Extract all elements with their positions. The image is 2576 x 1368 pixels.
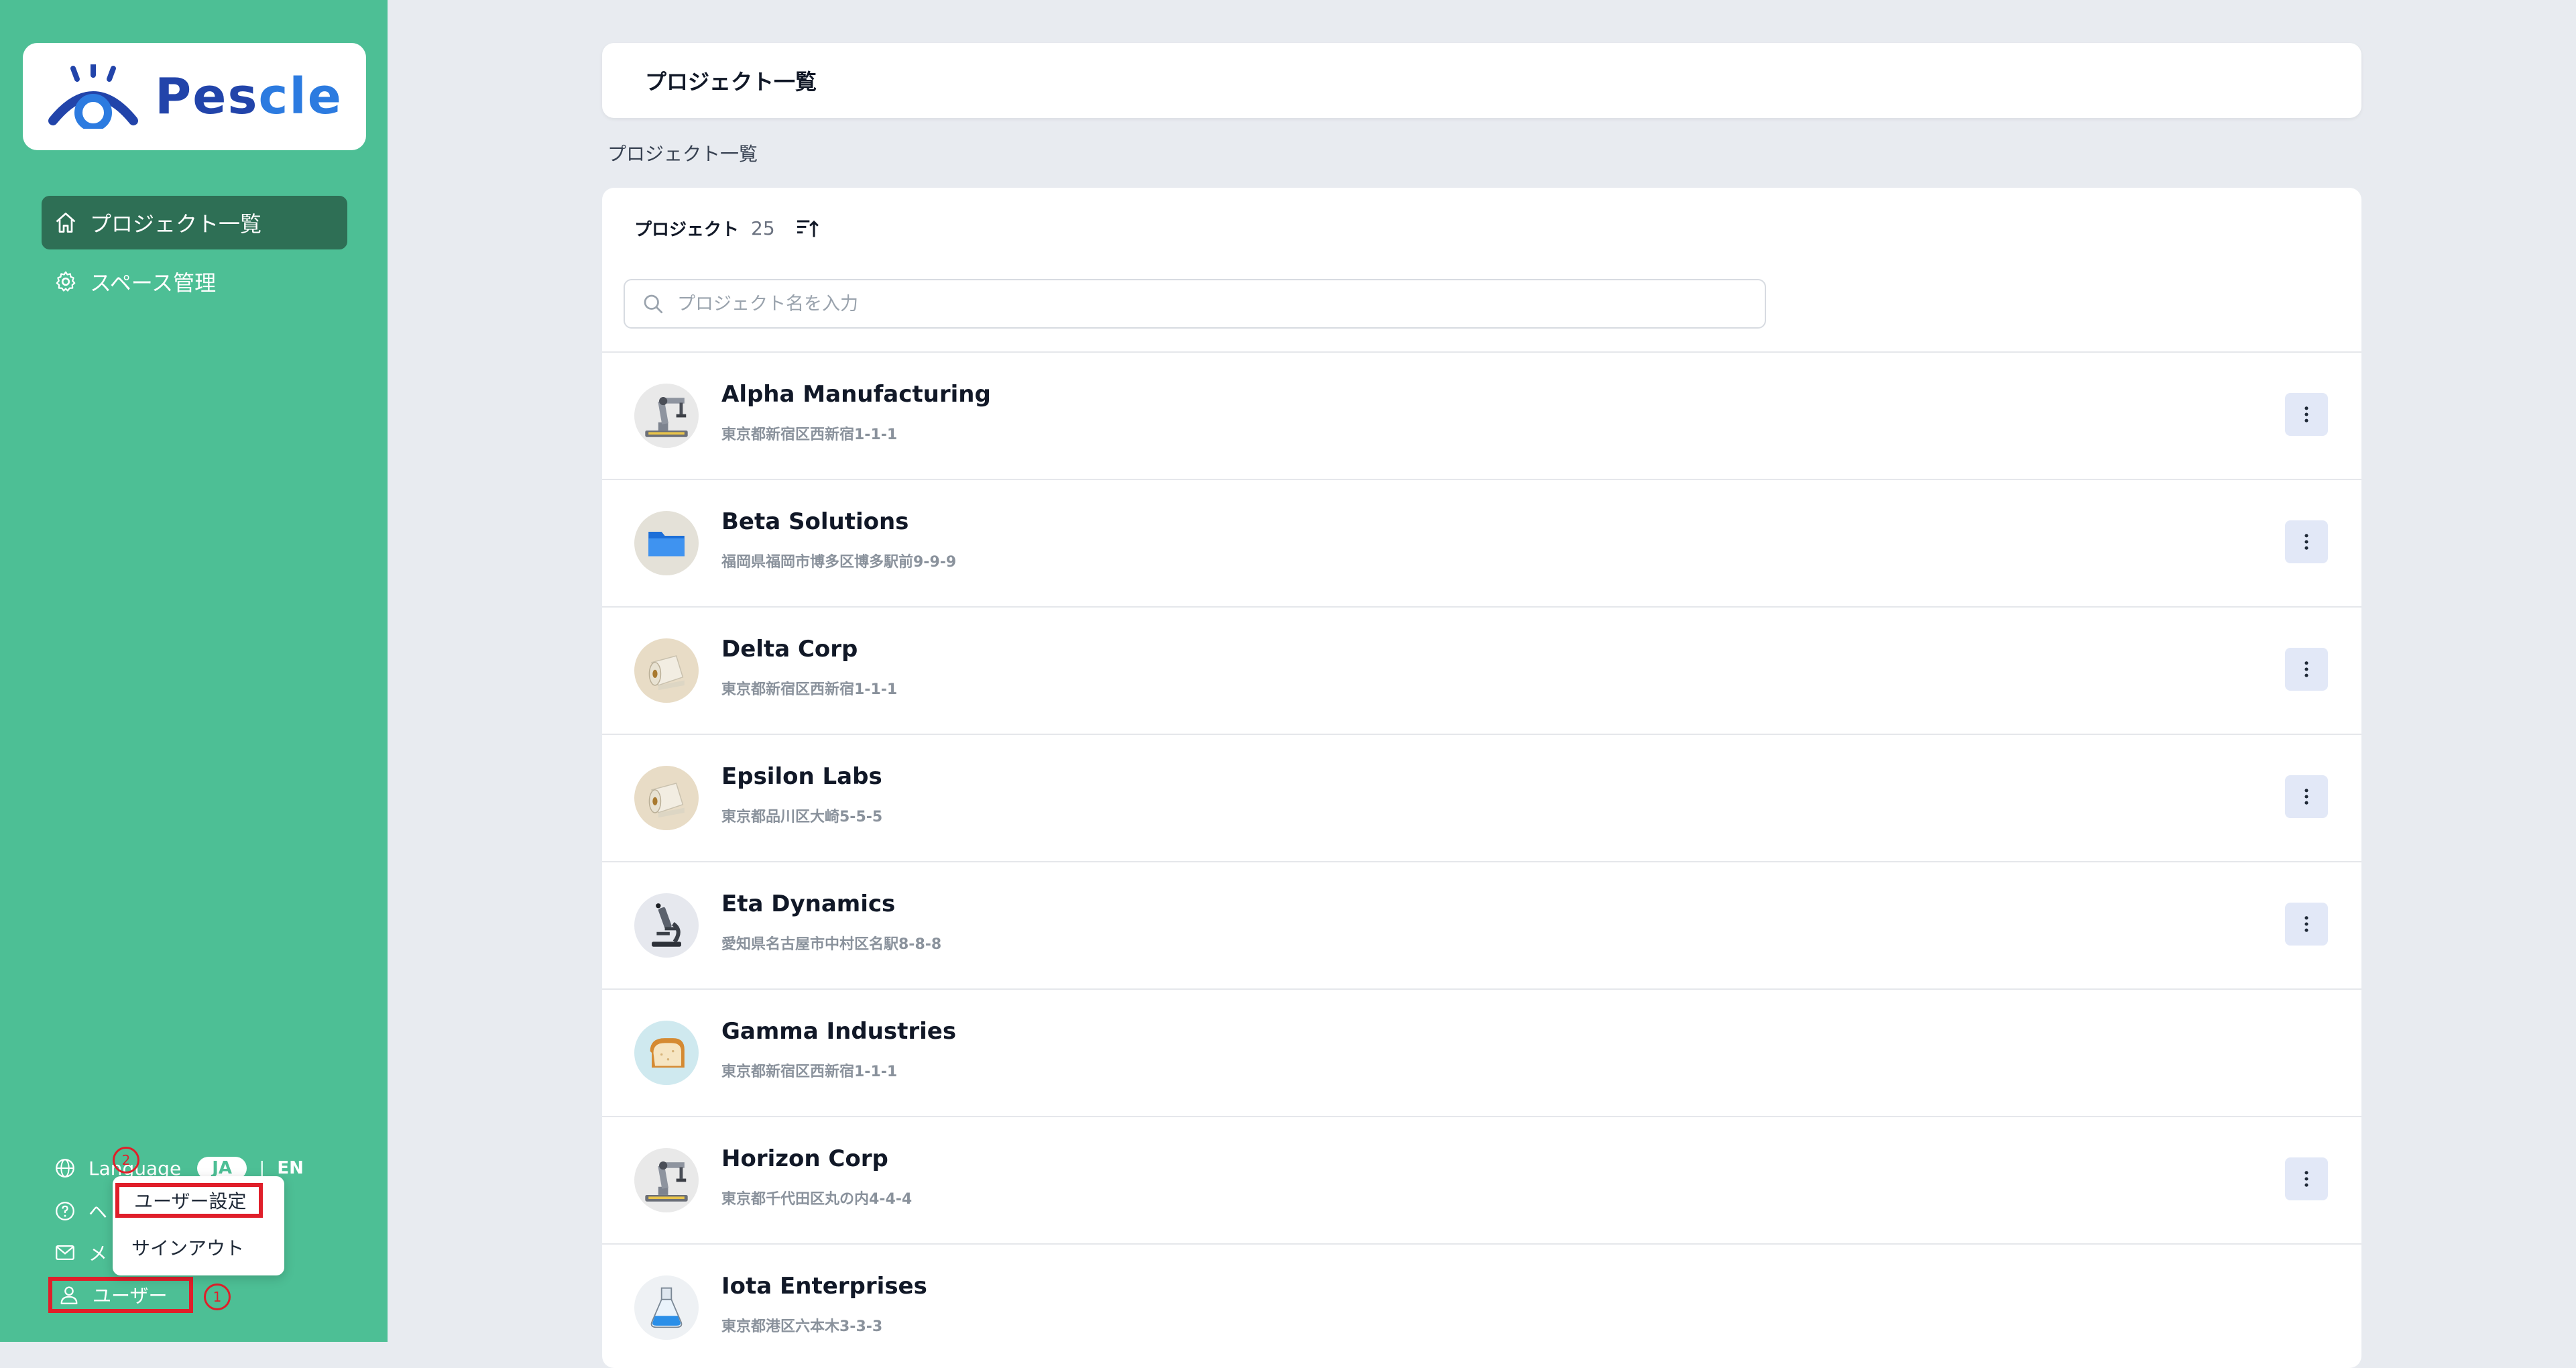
mail-link[interactable]: メ — [54, 1233, 107, 1273]
help-circle-icon — [54, 1200, 76, 1222]
more-vertical-icon — [2304, 916, 2308, 932]
project-address: 福岡県福岡市博多区博多駅前9-9-9 — [721, 554, 957, 571]
project-row[interactable]: Alpha Manufacturing 東京都新宿区西新宿1-1-1 — [602, 353, 2361, 480]
project-avatar — [634, 384, 699, 448]
project-avatar — [634, 1148, 699, 1212]
search-icon — [641, 292, 665, 316]
project-menu-button[interactable] — [2285, 775, 2328, 818]
project-name[interactable]: Horizon Corp — [721, 1145, 888, 1172]
more-vertical-icon — [2304, 1171, 2308, 1187]
project-address: 東京都品川区大崎5-5-5 — [721, 809, 883, 825]
flask-icon — [640, 1281, 693, 1334]
project-menu-button[interactable] — [2285, 520, 2328, 563]
project-name[interactable]: Epsilon Labs — [721, 763, 882, 790]
project-address: 東京都港区六本木3-3-3 — [721, 1318, 883, 1335]
project-address: 東京都新宿区西新宿1-1-1 — [721, 1064, 898, 1080]
brand-logo[interactable]: Pescle — [23, 43, 366, 150]
project-row[interactable]: Gamma Industries 東京都新宿区西新宿1-1-1 — [602, 990, 2361, 1117]
more-vertical-icon — [2304, 406, 2308, 422]
nav-item-label: プロジェクト一覧 — [90, 211, 262, 237]
more-vertical-icon — [2304, 534, 2308, 550]
nav-item-space-management[interactable]: スペース管理 — [42, 255, 347, 308]
paper-roll-icon — [640, 644, 693, 697]
gear-icon — [54, 270, 78, 294]
project-name[interactable]: Eta Dynamics — [721, 891, 895, 917]
page-header: プロジェクト一覧 — [602, 43, 2361, 118]
sidebar: Pescle プロジェクト一覧 スペース管理 Language JA | EN … — [0, 0, 388, 1342]
step-marker-2: 2 — [113, 1147, 139, 1174]
project-menu-button[interactable] — [2285, 1157, 2328, 1200]
project-row[interactable]: Beta Solutions 福岡県福岡市博多区博多駅前9-9-9 — [602, 480, 2361, 608]
project-address: 東京都新宿区西新宿1-1-1 — [721, 681, 898, 698]
project-avatar — [634, 1021, 699, 1085]
robot-arm-icon — [640, 390, 693, 442]
mail-label: メ — [89, 1243, 108, 1265]
user-settings-menu-item[interactable]: ユーザー設定 — [115, 1183, 263, 1218]
project-name[interactable]: Beta Solutions — [721, 508, 909, 535]
robot-arm-icon — [640, 1154, 693, 1206]
language-option-en[interactable]: EN — [277, 1158, 304, 1178]
project-name[interactable]: Alpha Manufacturing — [721, 381, 991, 408]
project-address: 東京都千代田区丸の内4-4-4 — [721, 1191, 913, 1208]
project-name[interactable]: Iota Enterprises — [721, 1273, 927, 1300]
help-link[interactable]: ヘ — [54, 1191, 107, 1231]
nav-item-projects[interactable]: プロジェクト一覧 — [42, 196, 347, 249]
brand-name: Pescle — [155, 68, 343, 125]
help-label: ヘ — [89, 1201, 108, 1223]
nav-item-label: スペース管理 — [90, 270, 217, 296]
project-name[interactable]: Delta Corp — [721, 636, 858, 663]
project-avatar — [634, 766, 699, 830]
paper-roll-icon — [640, 772, 693, 824]
project-menu-button[interactable] — [2285, 903, 2328, 946]
project-row[interactable]: Horizon Corp 東京都千代田区丸の内4-4-4 — [602, 1117, 2361, 1245]
page-title: プロジェクト一覧 — [645, 69, 817, 95]
project-row[interactable]: Eta Dynamics 愛知県名古屋市中村区名駅8-8-8 — [602, 862, 2361, 990]
user-icon — [58, 1284, 80, 1306]
sign-out-menu-item[interactable]: サインアウト — [113, 1227, 303, 1267]
project-row[interactable]: Iota Enterprises 東京都港区六本木3-3-3 — [602, 1245, 2361, 1368]
project-avatar — [634, 893, 699, 958]
mail-icon — [54, 1241, 76, 1264]
project-menu-button[interactable] — [2285, 648, 2328, 691]
user-label: ユーザー — [93, 1285, 168, 1307]
user-menu-button[interactable]: ユーザー — [48, 1277, 193, 1313]
folder-icon — [640, 517, 693, 569]
breadcrumb: プロジェクト一覧 — [607, 143, 758, 165]
bread-icon — [640, 1027, 693, 1079]
project-address: 愛知県名古屋市中村区名駅8-8-8 — [721, 936, 942, 953]
more-vertical-icon — [2304, 661, 2308, 677]
project-list-label: プロジェクト — [634, 219, 740, 240]
project-row[interactable]: Epsilon Labs 東京都品川区大崎5-5-5 — [602, 735, 2361, 862]
project-avatar — [634, 638, 699, 703]
search-input[interactable] — [676, 292, 1765, 315]
project-menu-button[interactable] — [2285, 393, 2328, 436]
home-icon — [54, 211, 78, 235]
project-list-header: プロジェクト 25 — [634, 208, 821, 248]
sort-ascending-icon[interactable] — [794, 215, 821, 241]
project-row[interactable]: Delta Corp 東京都新宿区西新宿1-1-1 — [602, 608, 2361, 735]
project-list-card: プロジェクト 25 Alpha Manufacturing 東京都新宿区西新宿1-… — [602, 188, 2361, 1368]
microscope-icon — [640, 899, 693, 952]
globe-icon — [54, 1157, 76, 1180]
project-address: 東京都新宿区西新宿1-1-1 — [721, 426, 898, 443]
more-vertical-icon — [2304, 789, 2308, 805]
project-name[interactable]: Gamma Industries — [721, 1018, 956, 1045]
project-avatar — [634, 1275, 699, 1340]
project-search — [624, 279, 1766, 329]
eye-logo-icon — [48, 64, 139, 129]
step-marker-1: 1 — [204, 1284, 231, 1310]
user-popup-menu: ユーザー設定 サインアウト — [113, 1176, 284, 1275]
project-count: 25 — [751, 217, 775, 239]
project-avatar — [634, 511, 699, 575]
